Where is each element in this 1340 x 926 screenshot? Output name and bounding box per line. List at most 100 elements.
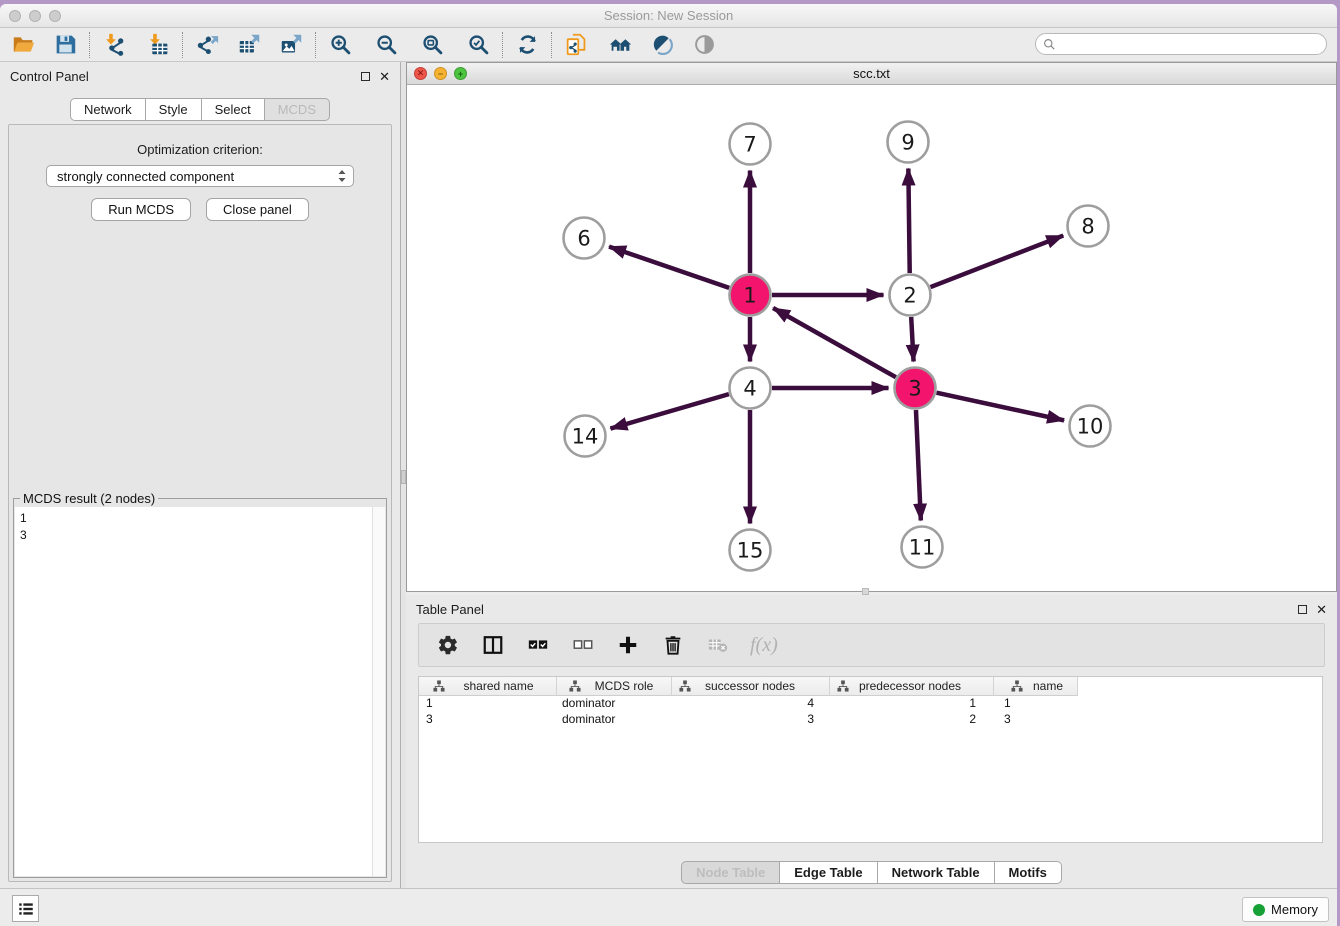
edge-3-10[interactable] <box>936 393 1064 421</box>
task-history-button[interactable] <box>12 895 39 922</box>
tab-style[interactable]: Style <box>146 98 202 121</box>
graph-node-8[interactable]: 8 <box>1068 206 1109 247</box>
table-settings-button[interactable] <box>435 632 461 658</box>
refresh-button[interactable] <box>512 31 542 59</box>
optimization-dropdown[interactable]: strongly connected component <box>46 165 354 187</box>
zoom-selected-button[interactable] <box>463 31 493 59</box>
open-file-button[interactable] <box>8 31 38 59</box>
tab-mcds[interactable]: MCDS <box>265 98 330 121</box>
search-field[interactable] <box>1035 33 1327 55</box>
graph-node-9[interactable]: 9 <box>888 122 929 163</box>
search-input[interactable] <box>1060 35 1326 53</box>
table-row[interactable]: 1dominator411 <box>419 696 1322 712</box>
select-all-columns-button[interactable] <box>525 632 551 658</box>
graph-node-11[interactable]: 11 <box>902 527 943 568</box>
table-cell[interactable]: 3 <box>994 712 1078 728</box>
save-session-button[interactable] <box>50 31 80 59</box>
tab-motifs[interactable]: Motifs <box>995 861 1062 884</box>
zoom-fit-button[interactable] <box>417 31 447 59</box>
node-label-6: 6 <box>577 227 590 251</box>
table-panel-title: Table Panel <box>416 602 484 617</box>
add-column-button[interactable] <box>615 632 641 658</box>
network-view-window: ✕ − + scc.txt 7 9 6 8 1 2 4 3 14 10 15 11 <box>406 62 1337 592</box>
deselect-all-columns-button[interactable] <box>570 632 596 658</box>
graph-node-15[interactable]: 15 <box>730 530 771 571</box>
toggle-panes-button[interactable] <box>480 632 506 658</box>
export-network-button[interactable] <box>192 31 222 59</box>
trash-icon <box>662 634 684 656</box>
table-float-panel-icon[interactable] <box>1298 605 1307 614</box>
table-cell[interactable]: dominator <box>557 712 672 728</box>
zoom-out-button[interactable] <box>371 31 401 59</box>
list-icon <box>17 900 35 918</box>
graph-node-4[interactable]: 4 <box>730 368 771 409</box>
import-network-button[interactable] <box>99 31 129 59</box>
tab-edge-table[interactable]: Edge Table <box>780 861 877 884</box>
tab-node-table[interactable]: Node Table <box>681 861 780 884</box>
column-header-predecessor-nodes[interactable]: predecessor nodes <box>830 677 994 696</box>
import-table-button[interactable] <box>143 31 173 59</box>
table-toolbar: f(x) <box>418 623 1325 667</box>
network-canvas[interactable]: 7 9 6 8 1 2 4 3 14 10 15 11 <box>407 86 1336 591</box>
table-cell[interactable]: dominator <box>557 696 672 712</box>
checked-boxes-icon <box>527 634 549 656</box>
graph-node-10[interactable]: 10 <box>1070 406 1111 447</box>
edge-2-3[interactable] <box>911 317 913 362</box>
network-resize-grip[interactable] <box>862 588 869 595</box>
optimization-label: Optimization criterion: <box>9 142 391 157</box>
close-panel-button[interactable]: Close panel <box>206 198 309 221</box>
export-image-button[interactable] <box>276 31 306 59</box>
graph-node-7[interactable]: 7 <box>730 124 771 165</box>
function-builder-button[interactable]: f(x) <box>750 634 778 657</box>
run-mcds-button[interactable]: Run MCDS <box>91 198 191 221</box>
column-header-name[interactable]: name <box>994 677 1078 696</box>
duplicate-network-button[interactable] <box>561 31 591 59</box>
node-label-8: 8 <box>1081 215 1094 239</box>
column-header-successor-nodes[interactable]: successor nodes <box>672 677 830 696</box>
graph-node-14[interactable]: 14 <box>565 416 606 457</box>
network-window-titlebar: ✕ − + scc.txt <box>407 63 1336 85</box>
home-layout-button[interactable] <box>605 31 635 59</box>
delete-columns-button[interactable] <box>660 632 686 658</box>
show-graphics-details-button[interactable] <box>647 31 677 59</box>
flow-icon <box>679 680 691 692</box>
graph-node-2[interactable]: 2 <box>890 275 931 316</box>
edge-3-1[interactable] <box>773 308 896 377</box>
birds-eye-view-button[interactable] <box>689 31 719 59</box>
result-scrollbar[interactable] <box>372 507 385 876</box>
graph-node-1[interactable]: 1 <box>730 275 771 316</box>
delete-table-button[interactable] <box>705 632 731 658</box>
zoom-in-button[interactable] <box>325 31 355 59</box>
export-table-button[interactable] <box>234 31 264 59</box>
table-cell[interactable]: 4 <box>672 696 830 712</box>
graph-node-6[interactable]: 6 <box>564 218 605 259</box>
tab-select[interactable]: Select <box>202 98 265 121</box>
close-panel-icon[interactable]: ✕ <box>379 72 390 81</box>
gear-icon <box>437 634 459 656</box>
control-panel: Control Panel ✕ NetworkStyleSelectMCDS O… <box>0 62 401 888</box>
edge-1-6[interactable] <box>609 247 729 288</box>
table-cell[interactable]: 3 <box>672 712 830 728</box>
table-cell[interactable]: 3 <box>419 712 557 728</box>
edge-3-11[interactable] <box>916 410 921 521</box>
memory-button[interactable]: Memory <box>1242 897 1329 922</box>
tab-network-table[interactable]: Network Table <box>878 861 995 884</box>
table-close-panel-icon[interactable]: ✕ <box>1316 605 1327 614</box>
edge-4-14[interactable] <box>610 394 728 428</box>
column-header-MCDS-role[interactable]: MCDS role <box>557 677 672 696</box>
table-cell[interactable]: 1 <box>830 696 994 712</box>
float-panel-icon[interactable] <box>361 72 370 81</box>
table-cell[interactable]: 1 <box>419 696 557 712</box>
edge-2-8[interactable] <box>931 236 1064 287</box>
tab-network[interactable]: Network <box>70 98 146 121</box>
mcds-result-text[interactable]: 1 3 <box>15 507 372 876</box>
table-cell[interactable]: 2 <box>830 712 994 728</box>
column-header-shared-name[interactable]: shared name <box>419 677 557 696</box>
table-row[interactable]: 3dominator323 <box>419 712 1322 728</box>
import-network-icon <box>103 33 126 56</box>
edge-2-9[interactable] <box>908 168 909 273</box>
table-cell[interactable]: 1 <box>994 696 1078 712</box>
window-titlebar: Session: New Session <box>0 4 1337 28</box>
search-icon <box>1043 38 1056 51</box>
graph-node-3[interactable]: 3 <box>895 368 936 409</box>
